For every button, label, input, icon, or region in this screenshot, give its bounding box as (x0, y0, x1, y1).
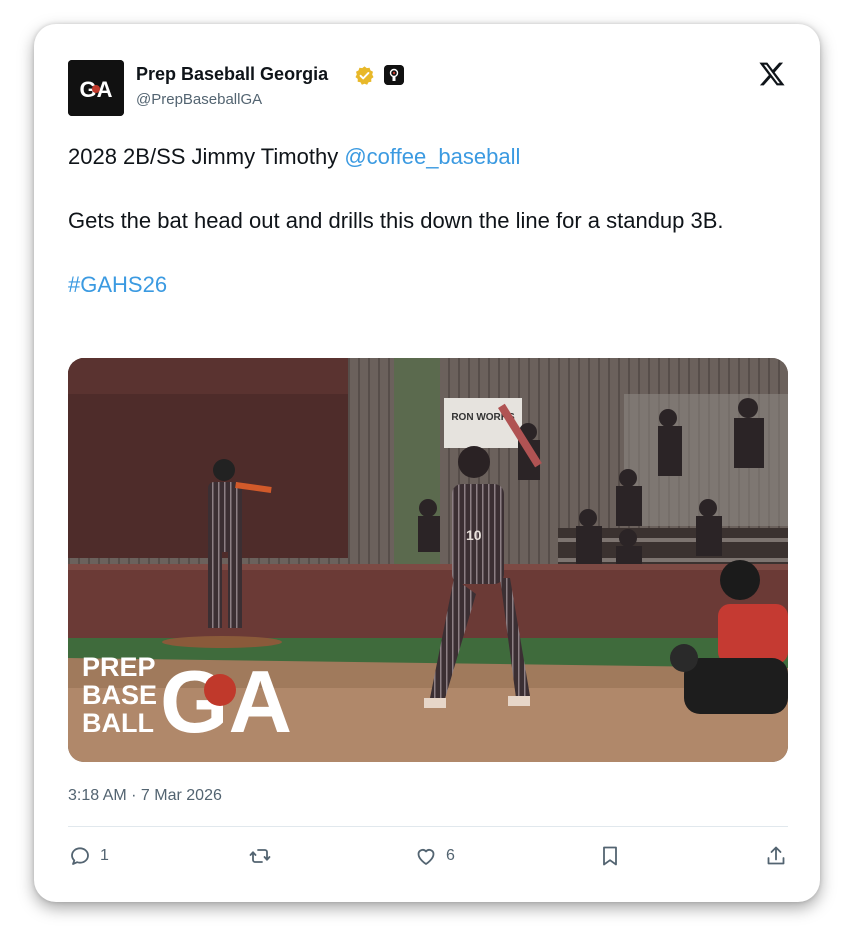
bookmark-icon (603, 846, 617, 866)
retweet-button[interactable] (248, 844, 272, 868)
reply-button[interactable]: 1 (68, 844, 109, 868)
divider (68, 826, 788, 827)
timestamp[interactable]: 3:18 AM · 7 Mar 2026 (68, 787, 222, 805)
mention-link[interactable]: @coffee_baseball (344, 144, 520, 169)
share-button[interactable] (764, 844, 788, 868)
like-button[interactable]: 6 (414, 844, 455, 868)
tweet-card: GA Prep Baseball Georgia @PrepBaseballGA… (34, 24, 820, 902)
tweet-line-2: Gets the bat head out and drills this do… (68, 208, 724, 233)
x-logo-icon[interactable] (758, 60, 786, 88)
bookmark-button[interactable] (598, 844, 622, 868)
watermark-line-1: PREP (82, 652, 156, 682)
display-name[interactable]: Prep Baseball Georgia (136, 64, 328, 85)
verified-icon (355, 66, 374, 85)
avatar[interactable]: GA (68, 60, 124, 116)
watermark-logo: PREP BASE BALL GA (82, 652, 292, 751)
tweet-media[interactable]: RON WORKS 10 PREP BASE BALL (68, 358, 788, 762)
tweet-line-1-prefix: 2028 2B/SS Jimmy Timothy (68, 144, 345, 169)
like-count: 6 (446, 847, 455, 864)
share-icon (767, 846, 785, 865)
reply-count: 1 (100, 847, 109, 864)
handle[interactable]: @PrepBaseballGA (136, 91, 262, 108)
hashtag-link[interactable]: #GAHS26 (68, 272, 167, 297)
tweet-text: 2028 2B/SS Jimmy Timothy @coffee_basebal… (68, 140, 788, 302)
retweet-icon (249, 849, 271, 863)
affiliate-badge-icon[interactable] (384, 65, 404, 85)
tweet-line-1: 2028 2B/SS Jimmy Timothy @coffee_basebal… (68, 140, 788, 174)
jersey-number: 10 (466, 527, 482, 543)
baseball-photo: RON WORKS 10 PREP BASE BALL (68, 358, 788, 762)
like-icon (417, 849, 435, 865)
watermark-line-3: BALL (82, 708, 154, 738)
reply-icon (71, 847, 89, 865)
watermark-line-2: BASE (82, 680, 157, 710)
